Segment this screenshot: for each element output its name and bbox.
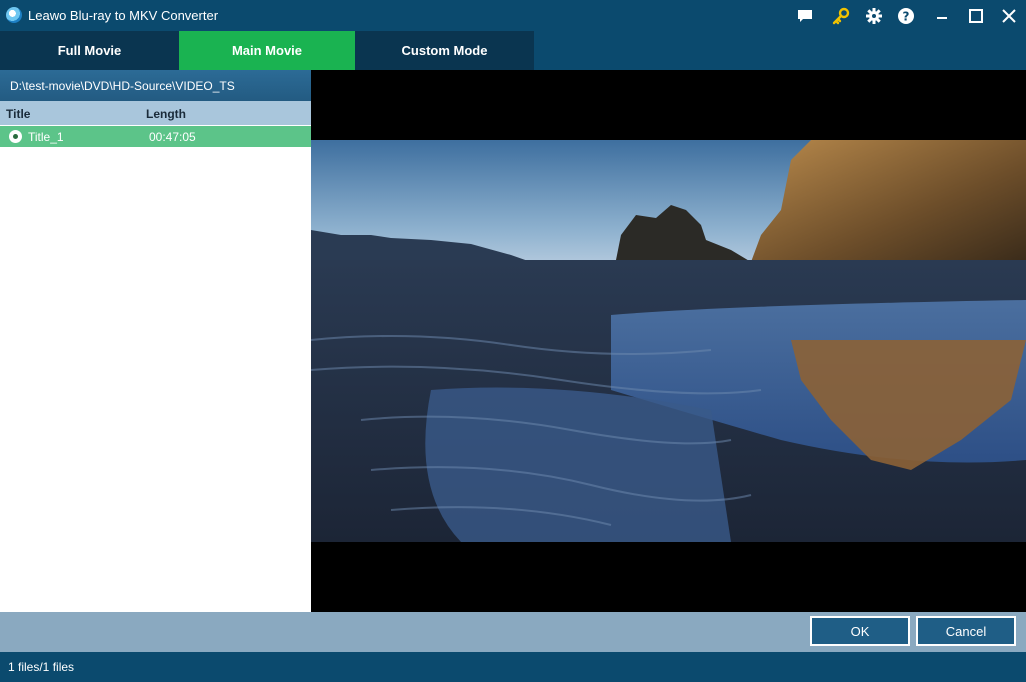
- ok-button[interactable]: OK: [810, 616, 910, 646]
- titlebar-divider: [928, 6, 929, 26]
- column-header-title[interactable]: Title: [6, 107, 30, 121]
- table-row[interactable]: Title_1 00:47:05: [0, 126, 311, 147]
- cancel-button[interactable]: Cancel: [916, 616, 1016, 646]
- list-header: Title Length: [0, 101, 311, 125]
- maximize-icon[interactable]: [966, 6, 986, 26]
- source-path: D:\test-movie\DVD\HD-Source\VIDEO_TS: [0, 70, 311, 101]
- help-icon[interactable]: ?: [896, 6, 916, 26]
- title-list-panel: D:\test-movie\DVD\HD-Source\VIDEO_TS Tit…: [0, 70, 311, 612]
- minimize-icon[interactable]: [932, 6, 952, 26]
- tab-custom-mode[interactable]: Custom Mode: [355, 31, 534, 70]
- svg-text:?: ?: [903, 10, 910, 24]
- file-count-status: 1 files/1 files: [8, 660, 75, 674]
- gear-icon[interactable]: [864, 6, 884, 26]
- chat-icon[interactable]: [795, 6, 815, 26]
- button-bar: OK Cancel: [0, 612, 1026, 652]
- close-icon[interactable]: [999, 6, 1019, 26]
- app-logo-icon: [6, 7, 22, 23]
- video-preview[interactable]: [311, 70, 1026, 612]
- row-length: 00:47:05: [149, 130, 196, 144]
- window-title: Leawo Blu-ray to MKV Converter: [28, 8, 219, 23]
- row-title: Title_1: [28, 130, 64, 144]
- status-bar: 1 files/1 files: [0, 652, 1026, 682]
- column-header-length[interactable]: Length: [146, 107, 186, 121]
- radio-button[interactable]: [9, 130, 22, 143]
- app-window: Leawo Blu-ray to MKV Converter ? Full Mo…: [0, 0, 1026, 682]
- mode-tabs: Full Movie Main Movie Custom Mode: [0, 31, 1026, 70]
- preview-image: [311, 140, 1026, 542]
- key-icon[interactable]: [831, 6, 851, 26]
- title-bar[interactable]: Leawo Blu-ray to MKV Converter ?: [0, 0, 1026, 31]
- tab-full-movie[interactable]: Full Movie: [0, 31, 179, 70]
- tab-main-movie[interactable]: Main Movie: [179, 31, 355, 70]
